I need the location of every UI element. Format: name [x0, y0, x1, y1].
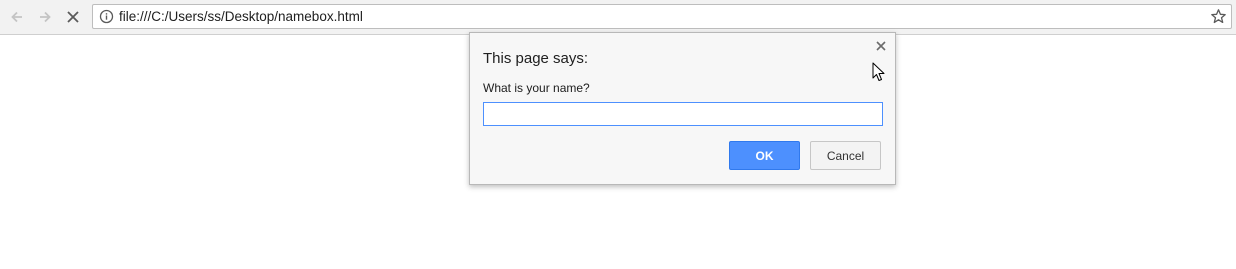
dialog-title: This page says:: [483, 50, 589, 67]
url-text[interactable]: file:///C:/Users/ss/Desktop/namebox.html: [119, 9, 363, 24]
star-icon[interactable]: [1210, 8, 1227, 25]
forward-arrow-icon: [40, 11, 51, 23]
back-arrow-icon: [11, 11, 22, 23]
close-icon[interactable]: [875, 40, 887, 52]
stop-x-icon: [67, 11, 79, 23]
address-bar[interactable]: file:///C:/Users/ss/Desktop/namebox.html: [92, 4, 1232, 29]
back-button[interactable]: [6, 6, 28, 28]
prompt-dialog: This page says: What is your name? OK Ca…: [469, 32, 896, 185]
dialog-message: What is your name?: [483, 81, 590, 95]
browser-toolbar: file:///C:/Users/ss/Desktop/namebox.html: [0, 0, 1236, 35]
info-icon[interactable]: [99, 9, 114, 24]
ok-button[interactable]: OK: [729, 141, 800, 170]
stop-button[interactable]: [62, 6, 84, 28]
forward-button[interactable]: [34, 6, 56, 28]
name-input[interactable]: [483, 102, 883, 126]
cancel-button[interactable]: Cancel: [810, 141, 881, 170]
mouse-cursor-icon: [872, 62, 885, 81]
